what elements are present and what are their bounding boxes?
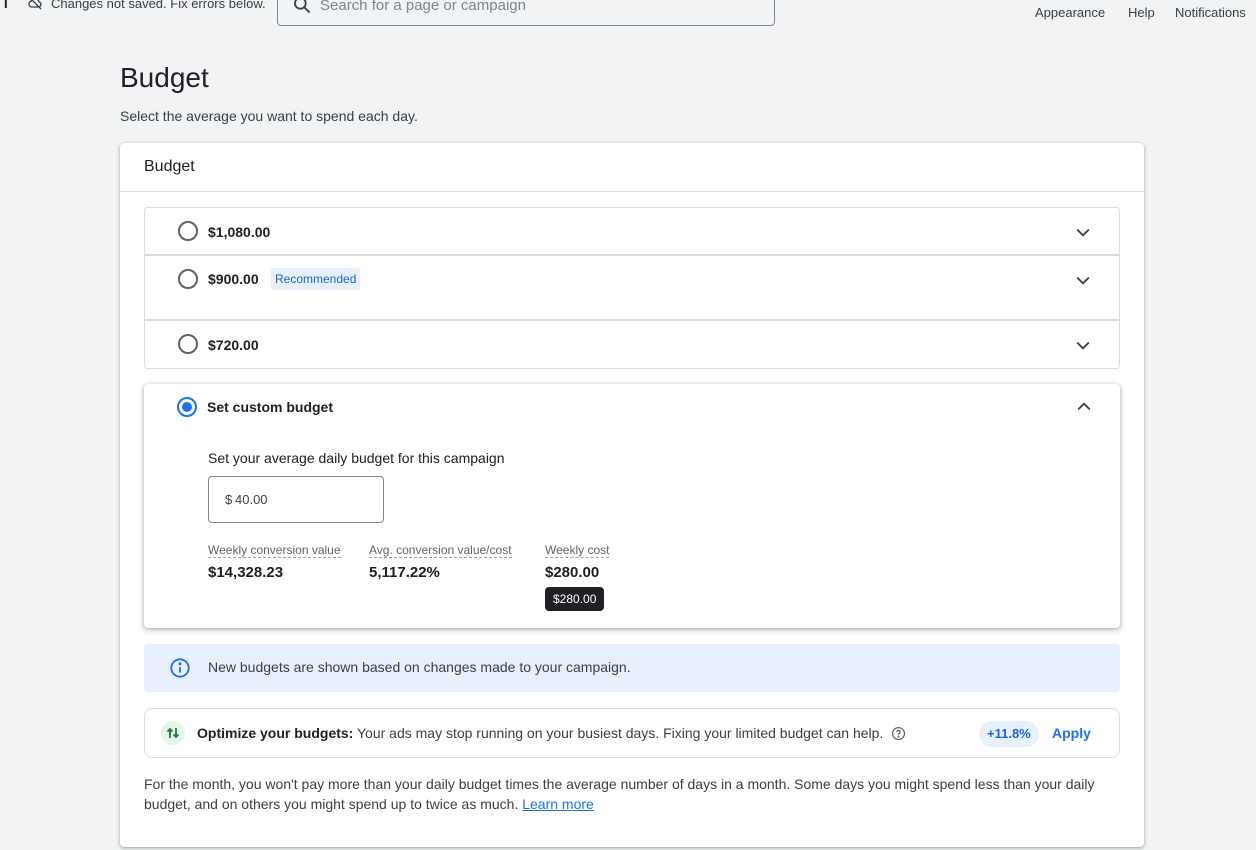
appearance-link[interactable]: Appearance — [1035, 5, 1105, 20]
info-banner: New budgets are shown based on changes m… — [144, 644, 1120, 692]
metric-value: $14,328.23 — [208, 564, 284, 581]
budget-option-900[interactable]: $900.00 Recommended — [144, 255, 1120, 320]
budget-card: Budget $1,080.00 $900.00 Recommended $72… — [120, 143, 1144, 847]
help-circle-icon[interactable] — [891, 726, 906, 744]
footnote-text: For the month, you won't pay more than y… — [144, 776, 1095, 812]
trending-arrows-icon — [161, 721, 185, 745]
chevron-down-icon[interactable] — [1073, 335, 1093, 360]
optimize-budget-recommendation: Optimize your budgets: Your ads may stop… — [144, 708, 1120, 758]
metric-value: $280.00 — [545, 564, 600, 581]
app-title-fragment: n — [0, 0, 9, 13]
budget-option-label: $720.00 — [208, 337, 259, 353]
custom-budget-label: Set custom budget — [207, 399, 334, 415]
custom-budget-prompt: Set your average daily budget for this c… — [208, 450, 505, 466]
metric-weekly-conversion-value: Weekly conversion value $14,328.23 — [208, 541, 341, 581]
metric-value: 5,117.22% — [369, 564, 440, 581]
chevron-up-icon[interactable] — [1074, 397, 1094, 422]
search-icon — [292, 0, 312, 20]
cloud-off-icon — [27, 0, 43, 11]
info-banner-text: New budgets are shown based on changes m… — [208, 659, 631, 675]
metric-label[interactable]: Weekly conversion value — [208, 543, 341, 558]
page-subtitle: Select the average you want to spend eac… — [120, 108, 418, 124]
metric-label[interactable]: Weekly cost — [545, 543, 610, 558]
metric-weekly-cost: Weekly cost $280.00 — [545, 541, 610, 581]
card-header: Budget — [120, 143, 1144, 192]
metric-label[interactable]: Avg. conversion value/cost — [369, 543, 512, 558]
search-input[interactable]: Search for a page or campaign — [277, 0, 775, 26]
top-bar: n Changes not saved. Fix errors below. S… — [0, 0, 1256, 30]
card-title: Budget — [144, 158, 195, 175]
apply-button[interactable]: Apply — [1052, 725, 1091, 741]
save-status-text: Changes not saved. Fix errors below. — [51, 0, 266, 11]
currency-symbol: $ — [225, 492, 233, 507]
daily-budget-input[interactable]: $ 40.00 — [208, 476, 384, 523]
info-icon — [169, 657, 191, 684]
search-placeholder: Search for a page or campaign — [320, 0, 526, 14]
custom-budget-radio[interactable] — [177, 397, 197, 417]
budget-option-label: $1,080.00 — [208, 224, 271, 240]
optimize-heading: Optimize your budgets: — [197, 725, 354, 741]
chevron-down-icon[interactable] — [1073, 222, 1093, 247]
chevron-down-icon[interactable] — [1073, 270, 1093, 295]
save-status: Changes not saved. Fix errors below. — [27, 0, 266, 11]
budget-option-1080[interactable]: $1,080.00 — [144, 207, 1120, 255]
budget-footnote: For the month, you won't pay more than y… — [144, 774, 1124, 814]
budget-option-radio[interactable] — [178, 334, 198, 354]
metric-avg-conversion-value-cost: Avg. conversion value/cost 5,117.22% — [369, 541, 512, 581]
notifications-link[interactable]: Notifications — [1175, 5, 1246, 20]
budget-option-radio[interactable] — [178, 221, 198, 241]
page-title: Budget — [120, 62, 209, 93]
custom-budget-panel: Set custom budget Set your average daily… — [144, 384, 1120, 628]
budget-option-label: $900.00 — [208, 271, 259, 287]
optimize-text: Optimize your budgets: Your ads may stop… — [197, 725, 906, 744]
uplift-badge: +11.8% — [979, 721, 1039, 747]
weekly-cost-tooltip: $280.00 — [545, 587, 605, 611]
learn-more-link[interactable]: Learn more — [522, 796, 594, 812]
recommended-badge: Recommended — [271, 268, 361, 290]
budget-option-radio[interactable] — [178, 269, 198, 289]
daily-budget-value[interactable]: 40.00 — [235, 492, 268, 507]
help-link[interactable]: Help — [1128, 5, 1155, 20]
budget-option-720[interactable]: $720.00 — [144, 320, 1120, 369]
optimize-body: Your ads may stop running on your busies… — [353, 725, 884, 741]
